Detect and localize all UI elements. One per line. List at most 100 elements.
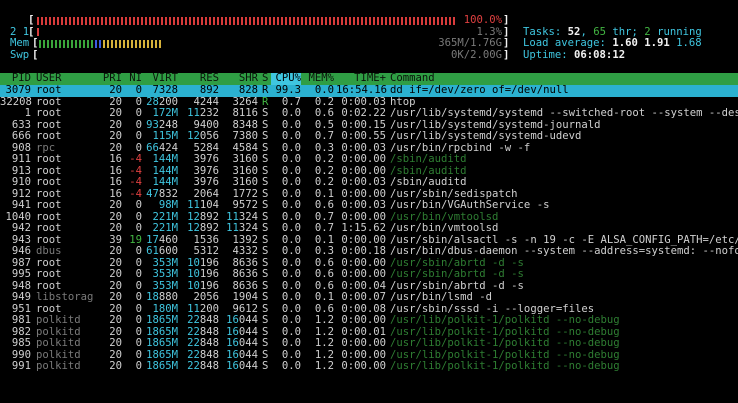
process-res: 12892	[187, 222, 219, 234]
cpu1-value: 100.0%	[463, 14, 502, 26]
process-row[interactable]: 941 root 20 0 98M 11104 9572 S 0.0 0.6 0:00.03/usr…	[0, 199, 738, 212]
swp-value: 0K/2.00G	[450, 48, 502, 61]
process-pri: 16	[109, 153, 122, 165]
process-row[interactable]: 946 dbus 20 0 61600 5312 4332 S 0.0 0.3 0:00.18/us…	[0, 245, 738, 258]
meter-segment	[273, 16, 275, 25]
meter-segment	[333, 16, 335, 25]
process-mem: 0.3	[314, 245, 334, 257]
column-header-pri[interactable]: PRI	[100, 72, 122, 85]
process-ni: -4	[129, 153, 142, 165]
process-cmd: /usr/lib/polkit-1/polkitd --no-debug	[390, 314, 620, 326]
process-row[interactable]: 3079 root 20 0 7328 892 828 R 99.3 0.0 16:54.16 dd …	[0, 84, 738, 97]
meter-segment	[197, 16, 199, 25]
process-s: S	[262, 360, 269, 372]
meter-segment	[151, 39, 153, 48]
process-cpu: 0.0	[281, 176, 301, 188]
column-header-time[interactable]: TIME+	[336, 72, 386, 85]
process-row[interactable]: 910 root 16 -4 144M 3976 3160 S 0.0 0.2 0:00.03/sb…	[0, 176, 738, 189]
process-mem: 0.6	[314, 268, 334, 280]
uptime-value: 06:08:12	[574, 48, 626, 61]
cpu1-bar	[37, 15, 457, 27]
meter-segment	[213, 16, 215, 25]
column-header-cpu[interactable]: CPU%	[271, 72, 301, 85]
meter-segment	[245, 16, 247, 25]
meter-segment	[61, 16, 63, 25]
process-s: S	[262, 107, 269, 119]
meter-segment	[373, 16, 375, 25]
process-cmd: /usr/lib/systemd/systemd-udevd	[390, 130, 582, 142]
process-row[interactable]: 995 root 20 0 353M 10196 8636 S 0.0 0.6 0:00.00/us…	[0, 268, 738, 281]
process-ni: 0	[135, 337, 142, 349]
process-shr: 8636	[232, 268, 258, 280]
column-header-virt[interactable]: VIRT	[146, 72, 178, 85]
process-cmd: /usr/lib/polkit-1/polkitd --no-debug	[390, 360, 620, 372]
process-virt: 353M	[152, 268, 178, 280]
process-row[interactable]: 666 root 20 0 115M 12056 7380 S 0.0 0.7 0:00.55/us…	[0, 130, 738, 143]
process-row[interactable]: 942 root 20 0 221M 12892 11324 S 0.0 0.7 1:15.62/u…	[0, 222, 738, 235]
meter-segment	[111, 39, 113, 48]
process-row[interactable]: 991 polkitd 20 0 1865M 22848 16044 S 0.0 1.2 0:00.…	[0, 360, 738, 373]
meter-segment	[225, 16, 227, 25]
cpu1-bracket-open: [	[28, 14, 35, 26]
process-pid: 666	[11, 130, 31, 142]
process-row[interactable]: 981 polkitd 20 0 1865M 22848 16044 S 0.0 1.2 0:00.…	[0, 314, 738, 327]
column-header-pid[interactable]: PID	[0, 72, 31, 85]
process-virt: 61600	[146, 245, 178, 257]
meter-segment	[55, 39, 57, 48]
mem-bar	[39, 38, 419, 50]
column-header-res[interactable]: RES	[182, 72, 219, 85]
meter-segment	[289, 16, 291, 25]
column-header-ni[interactable]: NI	[126, 72, 142, 85]
process-pri: 20	[109, 222, 122, 234]
meter-segment	[123, 39, 125, 48]
column-header-cmd[interactable]: Command	[390, 72, 738, 85]
meter-segment	[389, 16, 391, 25]
process-cpu: 0.0	[281, 130, 301, 142]
meter-segment	[47, 39, 49, 48]
process-ni: 0	[135, 291, 142, 303]
process-ni: -4	[129, 176, 142, 188]
process-s: S	[262, 245, 269, 257]
column-header-mem[interactable]: MEM%	[304, 72, 334, 85]
swp-bracket-close: ]	[503, 48, 510, 61]
process-virt: 144M	[152, 153, 178, 165]
meter-segment	[77, 16, 79, 25]
column-header-s[interactable]: S	[262, 72, 270, 85]
process-user: root	[36, 268, 62, 280]
process-row[interactable]: 911 root 16 -4 144M 3976 3160 S 0.0 0.2 0:00.00/sb…	[0, 153, 738, 166]
process-pid: 1	[24, 107, 31, 119]
process-row[interactable]: 1 root 20 0 172M 11232 8116 S 0.0 0.6 0:02.22/usr/…	[0, 107, 738, 120]
meter-segment	[57, 16, 59, 25]
process-res: 11232	[187, 107, 219, 119]
meter-segment	[193, 16, 195, 25]
process-user: polkitd	[36, 337, 81, 349]
meter-segment	[145, 16, 147, 25]
meter-segment	[365, 16, 367, 25]
meter-segment	[233, 16, 235, 25]
meter-segment	[169, 16, 171, 25]
process-ni: 0	[135, 84, 142, 96]
meter-segment	[127, 39, 129, 48]
meter-segment	[433, 16, 435, 25]
process-row[interactable]: 949 libstorag 20 0 18880 2056 1904 S 0.0 0.1 0:00.…	[0, 291, 738, 304]
meter-segment	[293, 16, 295, 25]
meter-segment	[441, 16, 443, 25]
process-user: root	[36, 153, 62, 165]
process-pri: 20	[109, 245, 122, 257]
column-header-user[interactable]: USER	[36, 72, 96, 85]
meter-segment	[37, 16, 39, 25]
meter-segment	[95, 39, 97, 48]
process-cmd: /usr/bin/dbus-daemon --system --address=…	[390, 245, 738, 257]
process-pid: 985	[11, 337, 31, 349]
meter-segment	[109, 16, 111, 25]
column-header-shr[interactable]: SHR	[222, 72, 258, 85]
process-user: root	[36, 130, 62, 142]
meter-segment	[429, 16, 431, 25]
process-shr: 4332	[232, 245, 258, 257]
process-s: S	[262, 314, 269, 326]
mem-bracket-open: [	[32, 37, 39, 49]
process-row[interactable]: 985 polkitd 20 0 1865M 22848 16044 S 0.0 1.2 0:00.…	[0, 337, 738, 350]
meter-segment	[409, 16, 411, 25]
meter-segment	[173, 16, 175, 25]
mem-bracket-close: ]	[503, 37, 510, 49]
